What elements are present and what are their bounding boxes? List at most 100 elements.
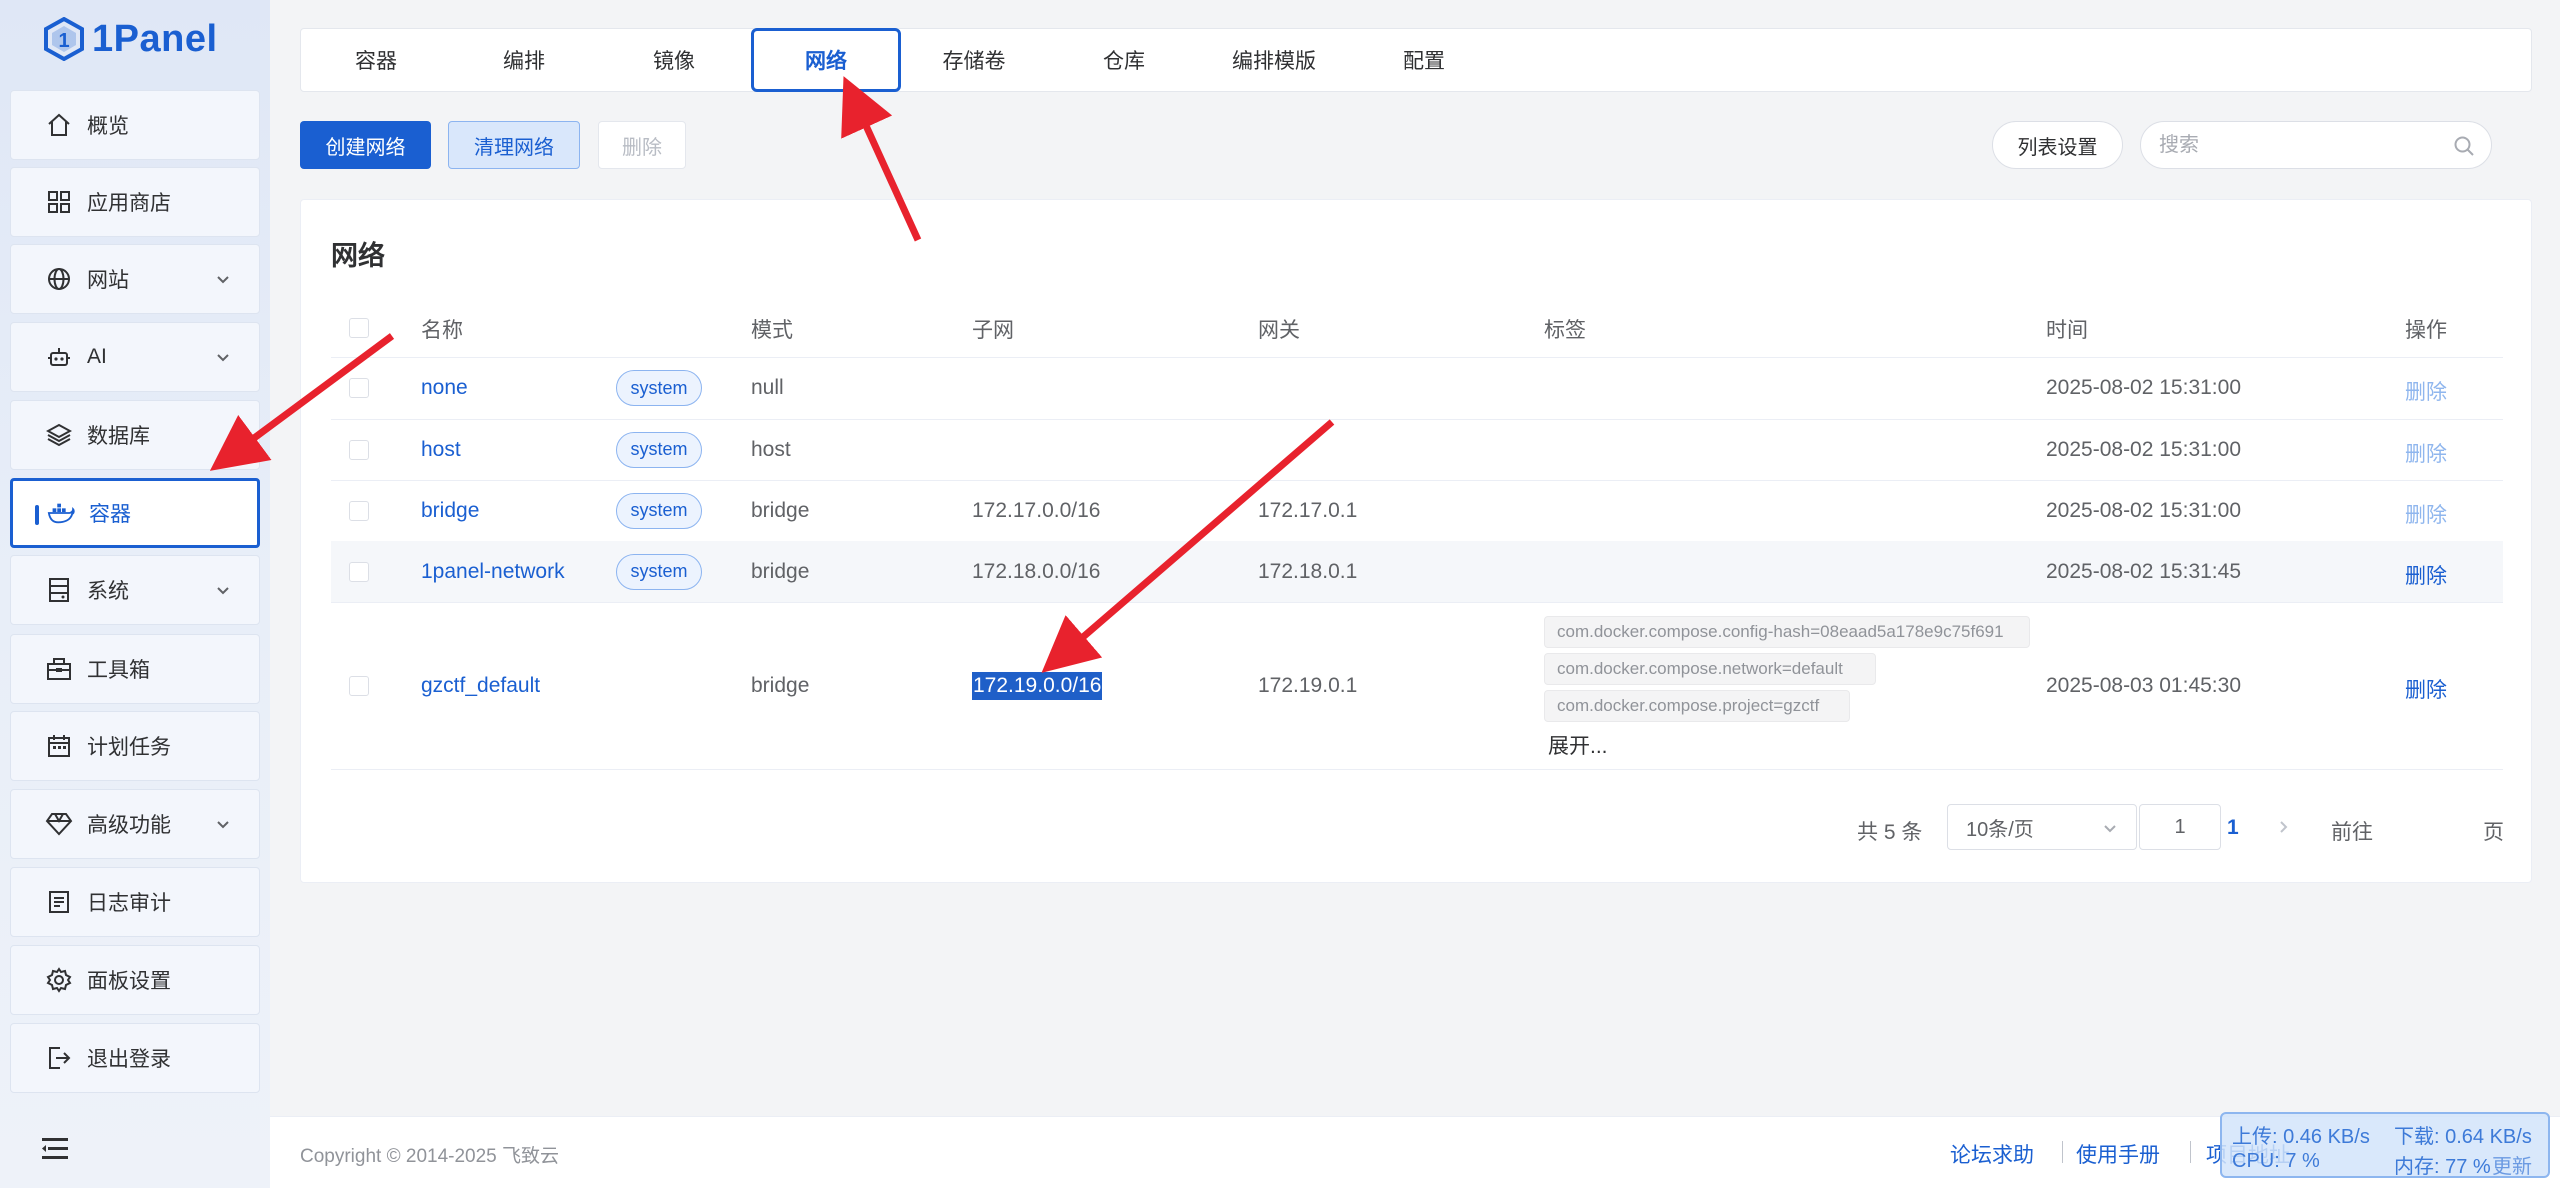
tab-4[interactable]: 存储卷 bbox=[899, 29, 1049, 91]
card-title: 网络 bbox=[331, 241, 385, 271]
sidebar-item-home[interactable]: 概览 bbox=[10, 90, 260, 160]
home-icon bbox=[45, 111, 73, 139]
delete-network-button[interactable]: 删除 bbox=[2405, 438, 2447, 468]
column-header-gateway: 网关 bbox=[1258, 319, 1300, 342]
calendar-icon bbox=[45, 732, 73, 760]
page-unit-label: 页 bbox=[2483, 821, 2504, 844]
row-checkbox[interactable] bbox=[349, 561, 369, 582]
collapse-menu-icon[interactable] bbox=[40, 1136, 70, 1162]
sidebar-item-label: 退出登录 bbox=[87, 1048, 171, 1071]
manual-link[interactable]: 使用手册 bbox=[2076, 1139, 2160, 1169]
sidebar-item-diamond[interactable]: 高级功能 bbox=[10, 789, 260, 859]
sidebar-item-layers[interactable]: 数据库 bbox=[10, 400, 260, 470]
network-name-link[interactable]: none bbox=[421, 376, 468, 400]
footer-divider bbox=[2190, 1141, 2191, 1163]
delete-network-button[interactable]: 删除 bbox=[2405, 376, 2447, 406]
system-tag: system bbox=[616, 431, 702, 468]
network-name-link[interactable]: gzctf_default bbox=[421, 674, 540, 698]
log-icon bbox=[45, 888, 73, 916]
system-monitor-widget[interactable]: 上传: 0.46 KB/s 下载: 0.64 KB/s CPU: 7 % 内存:… bbox=[2220, 1112, 2550, 1178]
network-mode: null bbox=[751, 376, 784, 399]
logout-icon bbox=[45, 1044, 73, 1072]
row-checkbox[interactable] bbox=[349, 500, 369, 521]
row-checkbox[interactable] bbox=[349, 378, 369, 398]
network-mode: bridge bbox=[751, 498, 810, 522]
delete-button[interactable]: 删除 bbox=[598, 121, 686, 169]
create-network-button[interactable]: 创建网络 bbox=[300, 121, 431, 169]
chevron-down-icon[interactable] bbox=[215, 816, 231, 832]
next-page-icon[interactable] bbox=[2275, 819, 2291, 835]
select-all-checkbox[interactable] bbox=[349, 318, 369, 338]
sidebar-item-docker[interactable]: 容器 bbox=[10, 478, 260, 548]
sidebar-item-label: 概览 bbox=[87, 115, 129, 138]
network-mode: host bbox=[751, 437, 791, 461]
column-header-subnet: 子网 bbox=[972, 319, 1014, 342]
network-name-link[interactable]: bridge bbox=[421, 499, 479, 523]
sidebar-item-globe[interactable]: 网站 bbox=[10, 244, 260, 314]
search-box bbox=[2140, 121, 2492, 169]
tab-1[interactable]: 编排 bbox=[449, 29, 599, 91]
sidebar-item-label: 应用商店 bbox=[87, 192, 171, 215]
network-name-link[interactable]: 1panel-network bbox=[421, 560, 565, 584]
search-icon[interactable] bbox=[2453, 135, 2475, 157]
sidebar-item-calendar[interactable]: 计划任务 bbox=[10, 711, 260, 781]
system-tag: system bbox=[616, 553, 702, 590]
table-divider bbox=[331, 769, 2503, 770]
sidebar-item-robot[interactable]: AI bbox=[10, 322, 260, 392]
sidebar-item-label: 工具箱 bbox=[87, 659, 150, 682]
forum-link[interactable]: 论坛求助 bbox=[1950, 1139, 2034, 1169]
page-size-select[interactable]: 10条/页 bbox=[1947, 804, 2137, 850]
update-link[interactable]: 更新 bbox=[2492, 1150, 2532, 1179]
tab-2[interactable]: 镜像 bbox=[599, 29, 749, 91]
column-header-time: 时间 bbox=[2046, 319, 2088, 342]
robot-icon bbox=[45, 343, 73, 371]
row-checkbox[interactable] bbox=[349, 439, 369, 460]
sidebar-item-grid[interactable]: 应用商店 bbox=[10, 167, 260, 237]
list-settings-button[interactable]: 列表设置 bbox=[1992, 121, 2123, 169]
network-created-time: 2025-08-02 15:31:00 bbox=[2046, 498, 2241, 522]
column-header-action: 操作 bbox=[2405, 319, 2447, 342]
download-speed: 下载: 0.64 KB/s bbox=[2394, 1126, 2532, 1148]
prune-network-button[interactable]: 清理网络 bbox=[448, 121, 580, 169]
sidebar-item-label: 容器 bbox=[89, 503, 131, 526]
delete-network-button[interactable]: 删除 bbox=[2405, 499, 2447, 529]
tab-5[interactable]: 仓库 bbox=[1049, 29, 1199, 91]
globe-icon bbox=[45, 265, 73, 293]
chevron-down-icon[interactable] bbox=[215, 349, 231, 365]
server-icon bbox=[45, 576, 73, 604]
delete-network-button[interactable]: 删除 bbox=[2405, 674, 2447, 704]
tab-3[interactable]: 网络 bbox=[751, 28, 901, 92]
docker-icon bbox=[47, 499, 75, 527]
chevron-down-icon bbox=[2104, 825, 2116, 833]
sidebar-item-log[interactable]: 日志审计 bbox=[10, 867, 260, 937]
sidebar-item-logout[interactable]: 退出登录 bbox=[10, 1023, 260, 1093]
sidebar-item-gear[interactable]: 面板设置 bbox=[10, 945, 260, 1015]
column-header-mode: 模式 bbox=[751, 319, 793, 342]
search-input[interactable] bbox=[2159, 122, 2449, 168]
row-checkbox[interactable] bbox=[349, 675, 369, 696]
delete-network-button[interactable]: 删除 bbox=[2405, 560, 2447, 590]
network-card: 网络 名称 模式 子网 网关 标签 时间 操作 none system null 2025-08-0… bbox=[300, 199, 2532, 883]
expand-labels-link[interactable]: 展开... bbox=[1548, 730, 1608, 760]
sidebar-item-label: 日志审计 bbox=[87, 892, 171, 915]
network-name-link[interactable]: host bbox=[421, 438, 461, 462]
chevron-down-icon[interactable] bbox=[215, 582, 231, 598]
page-number-current[interactable]: 1 bbox=[2227, 816, 2239, 840]
gear-icon bbox=[45, 966, 73, 994]
network-created-time: 2025-08-03 01:45:30 bbox=[2046, 673, 2241, 697]
sidebar-item-toolbox[interactable]: 工具箱 bbox=[10, 634, 260, 704]
tab-0[interactable]: 容器 bbox=[301, 29, 451, 91]
network-label-chip: com.docker.compose.network=default bbox=[1544, 653, 1876, 685]
svg-text:1: 1 bbox=[58, 30, 69, 52]
brand-logo[interactable]: 1 1Panel bbox=[42, 16, 218, 62]
goto-page-input[interactable] bbox=[2139, 804, 2221, 850]
network-subnet: 172.18.0.0/16 bbox=[972, 559, 1101, 583]
sidebar-item-label: 系统 bbox=[87, 580, 129, 603]
network-subnet: 172.19.0.0/16 bbox=[972, 671, 1103, 700]
tab-7[interactable]: 配置 bbox=[1349, 29, 1499, 91]
sidebar: 1 1Panel 概览应用商店网站 AI 数据库容器系统工具箱计划任务高级功能日志审… bbox=[0, 0, 270, 1188]
footer: Copyright © 2014-2025 飞致云 论坛求助 使用手册 项目地址 bbox=[270, 1116, 2560, 1188]
tab-6[interactable]: 编排模版 bbox=[1199, 29, 1349, 91]
sidebar-item-server[interactable]: 系统 bbox=[10, 555, 260, 625]
chevron-down-icon[interactable] bbox=[215, 271, 231, 287]
